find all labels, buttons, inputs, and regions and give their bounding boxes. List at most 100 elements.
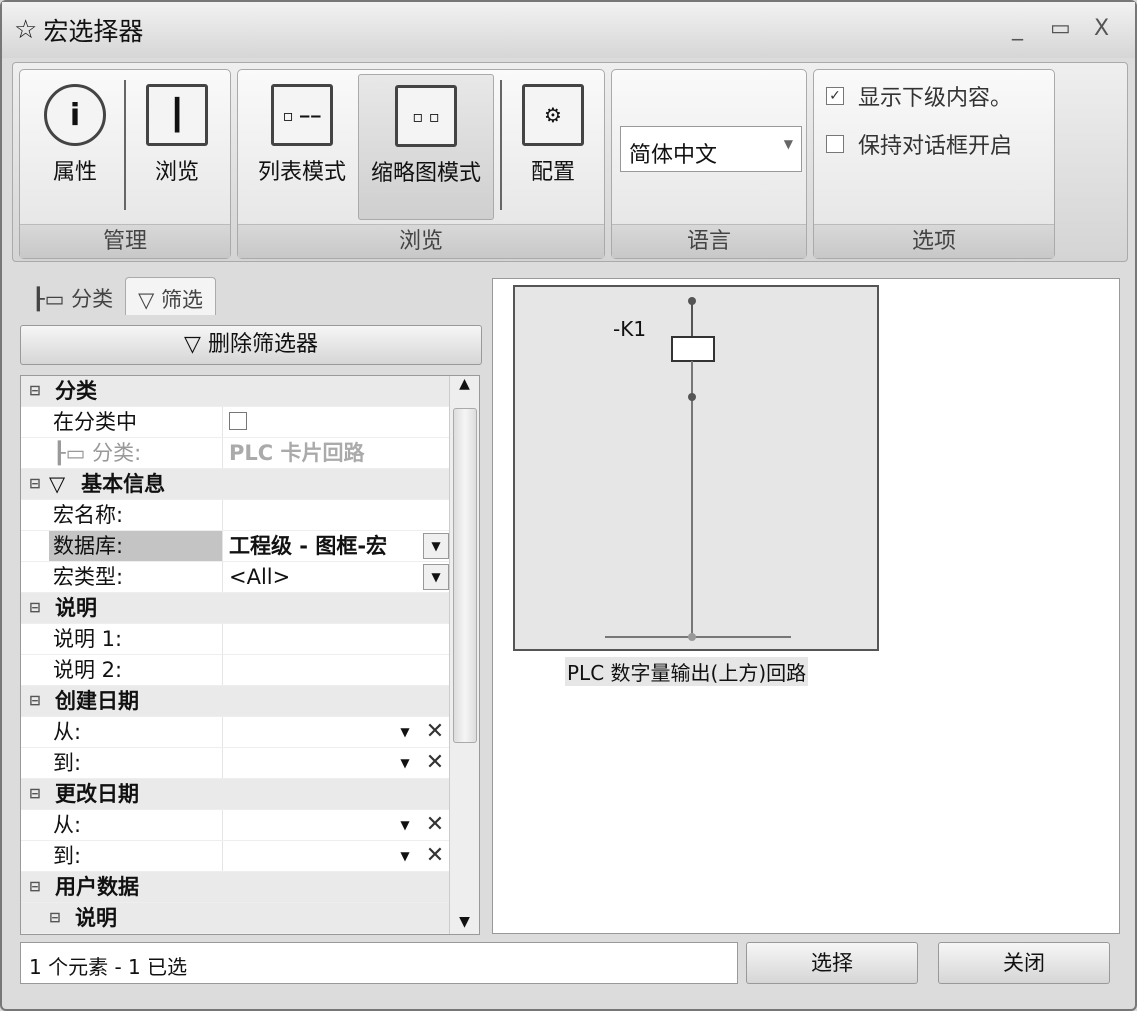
property-value-cell[interactable]: ▼ ✕: [223, 748, 449, 778]
chevron-down-icon[interactable]: ▼: [423, 533, 449, 559]
property-row: 从: ▼ ✕: [21, 810, 479, 841]
checkbox-checked-icon: ✓: [826, 87, 844, 105]
funnel-icon: ▽: [49, 472, 66, 496]
close-button[interactable]: 关闭: [938, 942, 1110, 984]
checkbox-icon[interactable]: [229, 412, 247, 430]
property-label: 宏类型:: [53, 565, 124, 589]
preview-pane: -K1 PLC 数字量输出(上方)回路: [492, 278, 1120, 934]
property-value-cell: PLC 卡片回路: [223, 438, 449, 468]
config-button[interactable]: ⚙ 配置: [508, 74, 598, 220]
macro-selector-window: ☆ 宏选择器 _ ▭ X i 属性 ┃ 浏览 管理 ▫ ‒‒ 列表模式 ▫ ▫ …: [0, 0, 1137, 1011]
clear-icon[interactable]: ✕: [423, 843, 447, 869]
chevron-down-icon[interactable]: ▼: [393, 750, 417, 776]
collapse-icon[interactable]: ⊟: [41, 903, 69, 933]
device-tag: -K1: [613, 317, 647, 341]
scroll-thumb[interactable]: [453, 408, 477, 743]
property-label: 从:: [53, 720, 82, 744]
collapse-icon[interactable]: ⊟: [21, 376, 49, 406]
list-mode-label: 列表模式: [257, 160, 346, 185]
language-select[interactable]: 简体中文 ▼: [620, 126, 802, 172]
chevron-down-icon[interactable]: ▼: [393, 812, 417, 838]
property-row: 宏名称:: [21, 500, 479, 531]
collapse-icon[interactable]: ⊟: [21, 779, 49, 809]
chevron-down-icon: ▼: [783, 137, 793, 151]
property-label: 宏名称:: [53, 503, 124, 527]
category-row: ⊟ 说明: [21, 903, 479, 934]
checkbox-icon: [826, 135, 844, 153]
list-mode-button[interactable]: ▫ ‒‒ 列表模式: [246, 74, 358, 220]
group-label: 选项: [814, 224, 1054, 258]
close-window-button[interactable]: X: [1094, 16, 1109, 41]
title-bar: ☆ 宏选择器 _ ▭ X: [2, 2, 1135, 58]
property-row: 在分类中: [21, 407, 479, 438]
property-row: 从: ▼ ✕: [21, 717, 479, 748]
delete-filter-button[interactable]: ▽ 删除筛选器: [20, 325, 482, 365]
tab-filter[interactable]: ▽ 筛选: [125, 277, 216, 315]
tab-label: 分类: [71, 287, 114, 311]
category-row: ⊟ 创建日期: [21, 686, 479, 717]
tree-icon: ┠▭: [53, 441, 93, 465]
category-label: 创建日期: [55, 689, 139, 713]
clear-icon[interactable]: ✕: [423, 812, 447, 838]
ribbon: i 属性 ┃ 浏览 管理 ▫ ‒‒ 列表模式 ▫ ▫ 缩略图模式 ⚙ 配置 浏览…: [12, 62, 1128, 262]
group-browse: ▫ ‒‒ 列表模式 ▫ ▫ 缩略图模式 ⚙ 配置 浏览: [237, 69, 605, 259]
maximize-button[interactable]: ▭: [1050, 16, 1071, 41]
collapse-icon[interactable]: ⊟: [21, 593, 49, 623]
property-value-cell[interactable]: ▼ ✕: [223, 841, 449, 871]
macro-caption: PLC 数字量输出(上方)回路: [565, 657, 809, 686]
property-label: 在分类中: [53, 410, 137, 434]
property-value: PLC 卡片回路: [229, 441, 365, 465]
property-value-cell[interactable]: 工程级 - 图框-宏 ▼: [223, 531, 449, 561]
group-options: ✓ 显示下级内容。 保持对话框开启 选项: [813, 69, 1055, 259]
scroll-down-icon[interactable]: ▼: [450, 914, 479, 930]
group-label: 浏览: [238, 224, 604, 258]
chevron-down-icon[interactable]: ▼: [423, 564, 449, 590]
browse-button[interactable]: ┃ 浏览: [132, 74, 222, 220]
vertical-scrollbar[interactable]: ▲ ▼: [449, 376, 479, 934]
tree-icon: ┠▭: [32, 287, 72, 311]
property-value-cell[interactable]: [223, 624, 449, 654]
property-grid: ⊟ 分类 在分类中 ┠▭ 分类: PLC 卡片回路 ⊟ ▽ 基本信息 宏名称: 数据库: 工程级 -…: [20, 375, 480, 935]
group-label: 语言: [612, 224, 806, 258]
chevron-down-icon[interactable]: ▼: [393, 843, 417, 869]
properties-button[interactable]: i 属性: [30, 74, 120, 220]
property-row: ┠▭ 分类: PLC 卡片回路: [21, 438, 479, 469]
property-row: 到: ▼ ✕: [21, 841, 479, 872]
property-value-cell[interactable]: [223, 655, 449, 685]
keep-open-checkbox[interactable]: 保持对话框开启: [826, 130, 1054, 159]
thumbnail-mode-button[interactable]: ▫ ▫ 缩略图模式: [358, 74, 494, 220]
chevron-down-icon[interactable]: ▼: [393, 719, 417, 745]
separator: [500, 80, 502, 210]
group-label: 管理: [20, 224, 230, 258]
projector-screen-icon: ┃: [146, 84, 208, 146]
property-value-cell[interactable]: <All> ▼: [223, 562, 449, 592]
property-label: 从:: [53, 813, 82, 837]
funnel-icon: ▽: [138, 288, 161, 312]
category-label: 说明: [55, 596, 97, 620]
category-label: 用户数据: [55, 875, 139, 899]
clear-icon[interactable]: ✕: [423, 719, 447, 745]
macro-thumbnail[interactable]: -K1: [513, 285, 879, 651]
config-label: 配置: [530, 160, 575, 185]
tab-label: 筛选: [161, 288, 203, 312]
property-value-cell[interactable]: ▼ ✕: [223, 717, 449, 747]
select-button[interactable]: 选择: [746, 942, 918, 984]
property-value: <All>: [229, 565, 291, 589]
property-value-cell[interactable]: ▼ ✕: [223, 810, 449, 840]
clear-icon[interactable]: ✕: [423, 750, 447, 776]
separator: [124, 80, 126, 210]
category-label: 分类: [55, 379, 97, 403]
show-sub-label: 显示下级内容。: [858, 86, 1013, 111]
status-field: 1 个元素 - 1 已选: [20, 942, 738, 984]
property-value-cell[interactable]: [223, 407, 449, 437]
scroll-up-icon[interactable]: ▲: [450, 376, 479, 392]
minimize-button[interactable]: _: [1012, 16, 1023, 41]
browse-label: 浏览: [154, 160, 199, 185]
language-value: 简体中文: [629, 143, 718, 168]
collapse-icon[interactable]: ⊟: [21, 686, 49, 716]
collapse-icon[interactable]: ⊟: [21, 872, 49, 902]
show-sub-checkbox[interactable]: ✓ 显示下级内容。: [826, 82, 1054, 111]
tab-category[interactable]: ┠▭ 分类: [20, 277, 125, 315]
collapse-icon[interactable]: ⊟: [21, 469, 49, 499]
property-value-cell[interactable]: [223, 500, 449, 530]
